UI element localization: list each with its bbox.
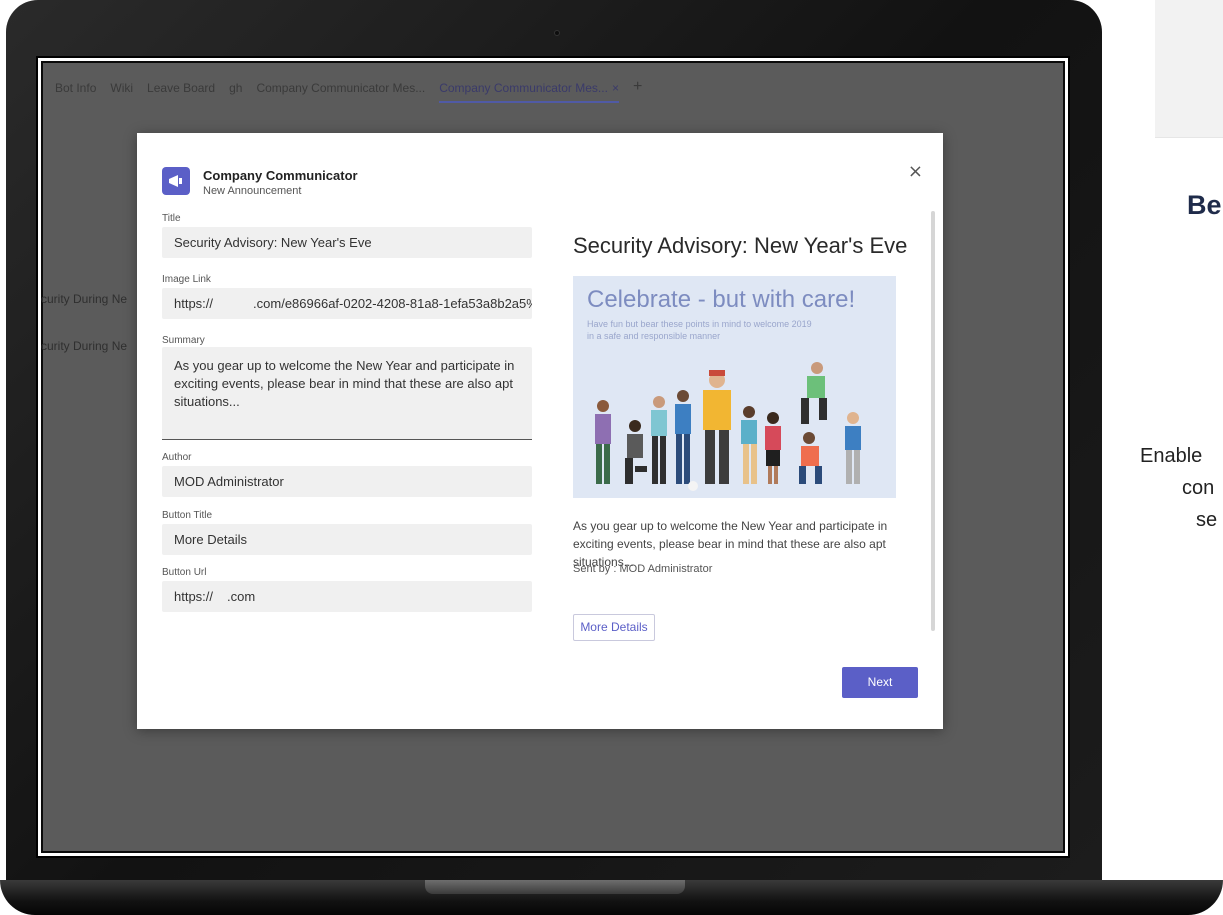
hero-heading: Celebrate - but with care! bbox=[587, 286, 856, 313]
close-icon[interactable]: × bbox=[908, 163, 923, 181]
tab-company-communicator-1[interactable]: Company Communicator Mes... bbox=[256, 81, 425, 103]
teams-tab-bar: Bot Info Wiki Leave Board gh Company Com… bbox=[55, 79, 642, 103]
side-text-line: se bbox=[1196, 509, 1218, 531]
summary-label: Summary bbox=[162, 335, 205, 346]
summary-textarea[interactable]: As you gear up to welcome the New Year a… bbox=[162, 347, 532, 440]
side-text-line: con bbox=[1182, 477, 1215, 499]
laptop-base bbox=[0, 880, 1223, 915]
laptop-screen: Bot Info Wiki Leave Board gh Company Com… bbox=[36, 56, 1070, 858]
button-url-label: Button Url bbox=[162, 567, 207, 578]
camera-icon bbox=[554, 30, 560, 36]
image-link-prefix: https:// bbox=[174, 296, 214, 311]
tab-wiki[interactable]: Wiki bbox=[110, 81, 133, 103]
people-illustration bbox=[595, 362, 861, 491]
chevron-down-icon[interactable]: × bbox=[612, 81, 619, 95]
image-link-suffix: .com/e86966af-0202-4208-81a8-1efa53a8b2a… bbox=[253, 296, 532, 311]
tab-label: Company Communicator Mes... bbox=[439, 81, 608, 95]
preview-title: Security Advisory: New Year's Eve bbox=[573, 233, 908, 258]
preview-sent-by: Sent by : MOD Administrator bbox=[573, 563, 713, 575]
side-heading: Be bbox=[1187, 190, 1222, 220]
side-text-line: Enable bbox=[1140, 445, 1203, 467]
list-item[interactable]: curity During Ne bbox=[41, 292, 127, 306]
preview-hero-image: Celebrate - but with care! Have fun but … bbox=[573, 276, 896, 498]
more-details-button[interactable]: More Details bbox=[573, 614, 655, 641]
side-card bbox=[1155, 0, 1223, 138]
button-title-label: Button Title bbox=[162, 510, 213, 521]
button-url-prefix: https:// bbox=[174, 589, 214, 604]
button-title-input[interactable]: More Details bbox=[162, 524, 532, 555]
new-announcement-dialog: × Company Communicator New Announcement … bbox=[137, 133, 943, 729]
next-button[interactable]: Next bbox=[842, 667, 918, 698]
title-input[interactable]: Security Advisory: New Year's Eve bbox=[162, 227, 532, 258]
image-link-input[interactable]: https:// .com/e86966af-0202-4208-81a8-1ef… bbox=[162, 288, 532, 319]
laptop-notch bbox=[425, 880, 685, 894]
megaphone-icon bbox=[162, 167, 190, 195]
tab-company-communicator-active[interactable]: Company Communicator Mes... × bbox=[439, 81, 619, 103]
dialog-scrollbar[interactable] bbox=[931, 211, 935, 631]
button-url-suffix: .com bbox=[227, 589, 256, 604]
add-tab-icon[interactable]: + bbox=[633, 79, 642, 103]
list-item[interactable]: curity During Ne bbox=[41, 339, 127, 353]
side-text: Enable con se bbox=[1140, 440, 1223, 536]
image-link-label: Image Link bbox=[162, 274, 211, 285]
tab-gh[interactable]: gh bbox=[229, 81, 242, 103]
author-input[interactable]: MOD Administrator bbox=[162, 466, 532, 497]
button-url-input[interactable]: https:// .com bbox=[162, 581, 532, 612]
author-label: Author bbox=[162, 452, 192, 463]
tab-bot-info[interactable]: Bot Info bbox=[55, 81, 96, 103]
app-subtitle: New Announcement bbox=[203, 185, 302, 197]
app-name: Company Communicator bbox=[203, 168, 358, 183]
title-label: Title bbox=[162, 213, 181, 224]
tab-leave-board[interactable]: Leave Board bbox=[147, 81, 215, 103]
